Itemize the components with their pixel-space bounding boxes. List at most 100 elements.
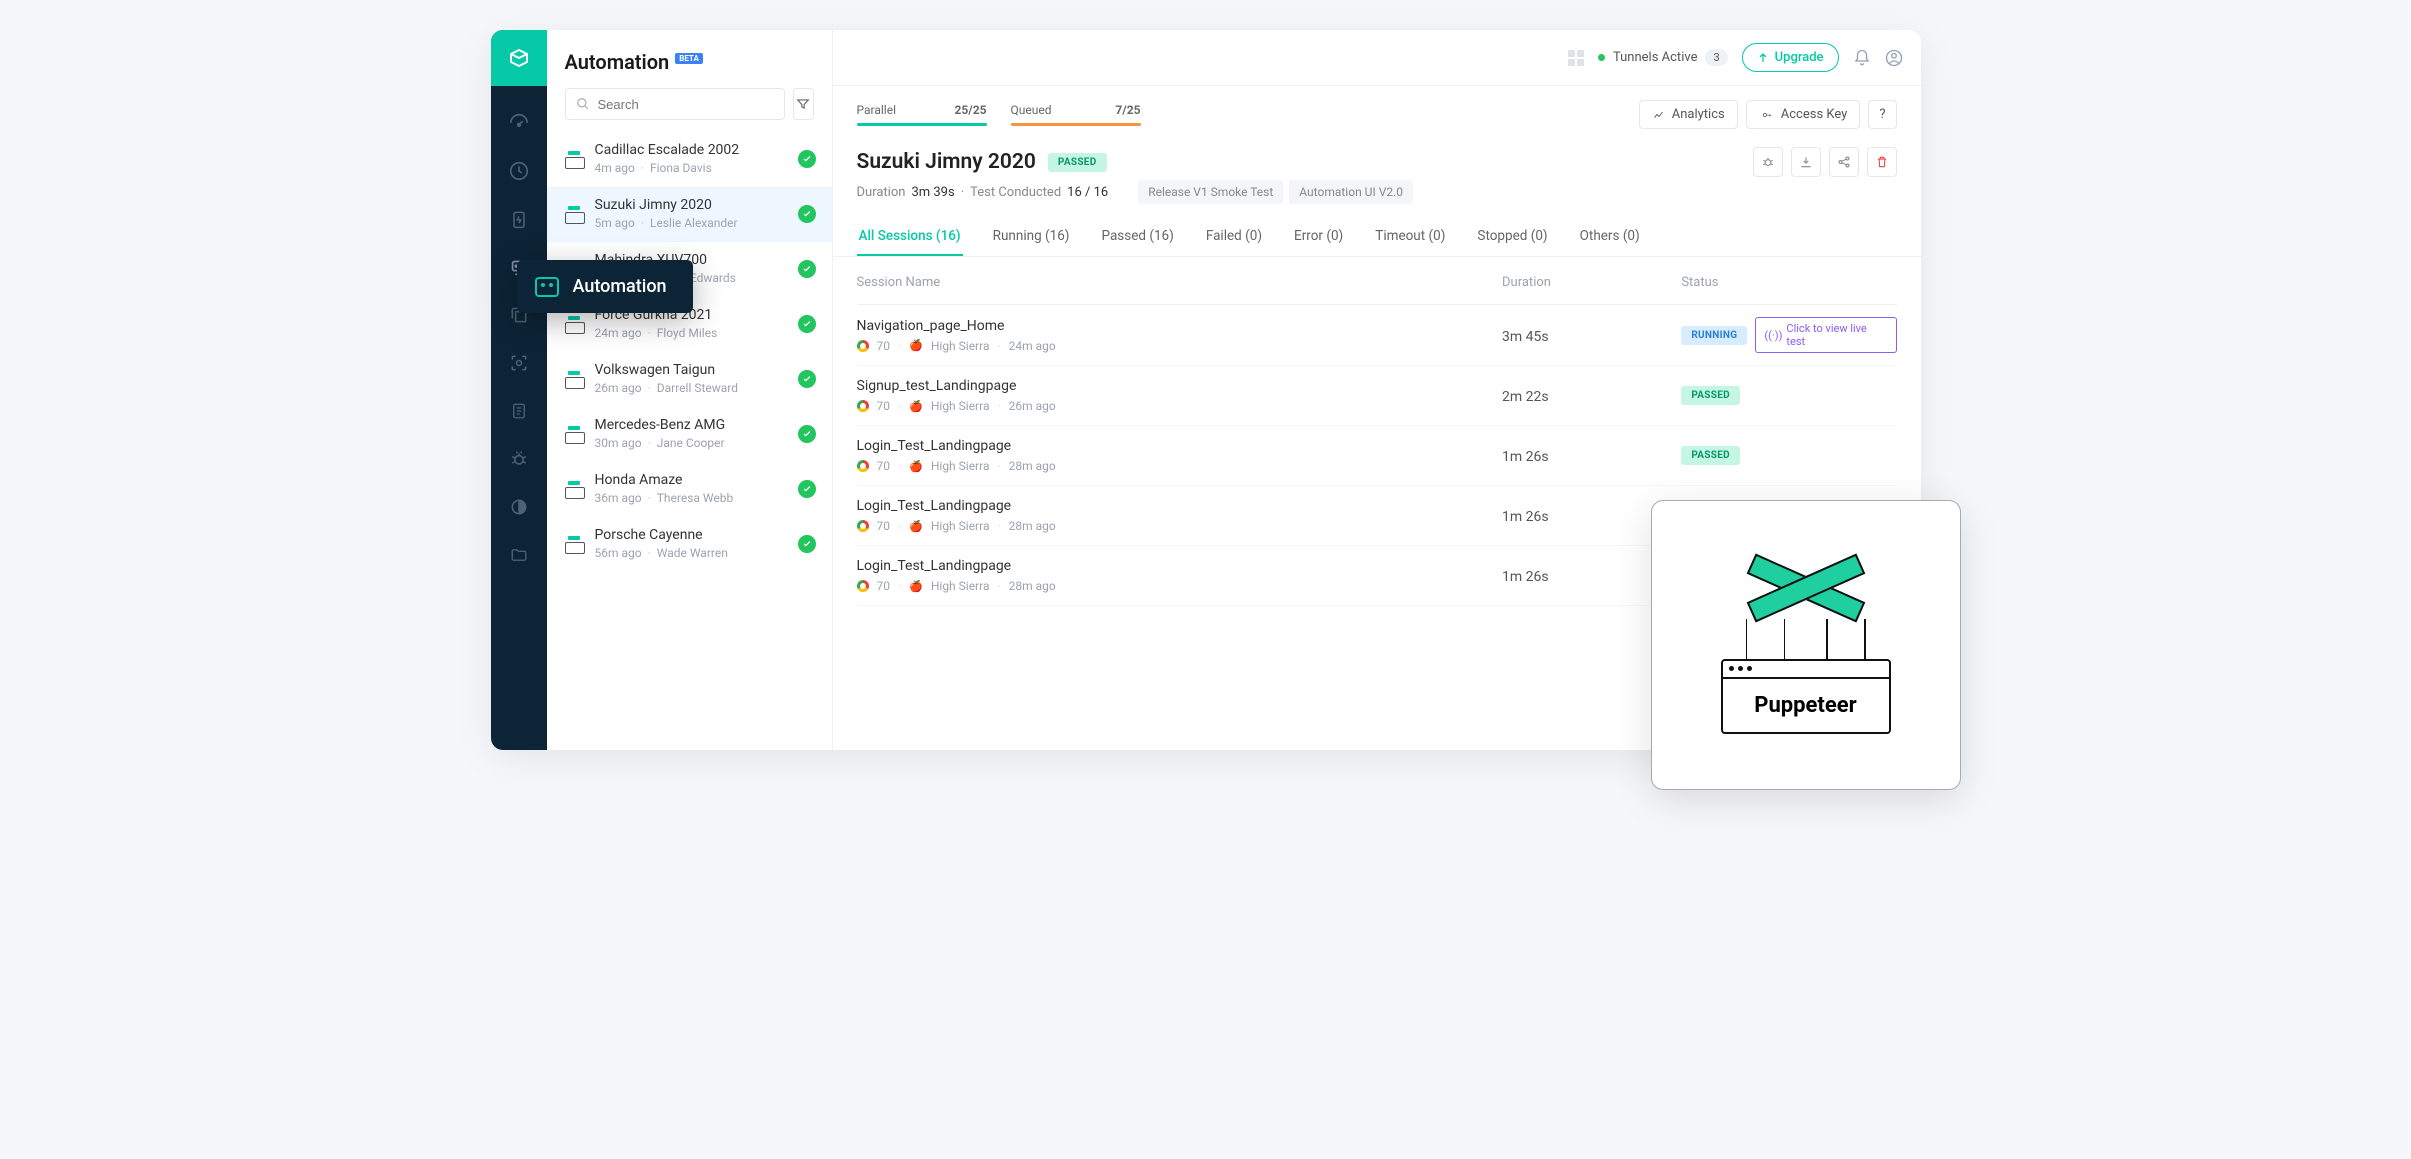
nav-flyout: Automation — [517, 260, 693, 313]
run-item[interactable]: Honda Amaze 36m ago·Theresa Webb — [547, 462, 832, 517]
bug-button[interactable] — [1753, 147, 1783, 177]
delete-button[interactable] — [1867, 147, 1897, 177]
apple-icon: 🍎 — [909, 580, 923, 593]
tag-chip[interactable]: Automation UI V2.0 — [1289, 180, 1413, 204]
search-icon — [576, 97, 590, 111]
upgrade-button[interactable]: Upgrade — [1742, 43, 1839, 72]
puppeteer-browser-icon: Puppeteer — [1721, 659, 1891, 734]
trash-icon — [1875, 155, 1889, 169]
run-name: Mercedes-Benz AMG — [595, 417, 786, 433]
run-item[interactable]: Cadillac Escalade 2002 4m ago·Fiona Davi… — [547, 132, 832, 187]
page-title: Automation — [565, 50, 670, 74]
build-icon — [565, 369, 583, 389]
run-list: Cadillac Escalade 2002 4m ago·Fiona Davi… — [547, 132, 832, 750]
doc-icon[interactable] — [508, 400, 530, 422]
check-icon — [798, 260, 816, 278]
check-icon — [798, 535, 816, 553]
conducted-value: 16 / 16 — [1067, 185, 1108, 200]
access-key-button[interactable]: Access Key — [1746, 100, 1861, 129]
tab[interactable]: Error (0) — [1292, 218, 1345, 256]
run-item[interactable]: Porsche Cayenne 56m ago·Wade Warren — [547, 517, 832, 572]
chrome-icon — [857, 520, 869, 532]
col-session-name: Session Name — [857, 275, 1503, 290]
live-test-button[interactable]: ((·))Click to view live test — [1755, 317, 1896, 353]
clock-icon[interactable] — [508, 160, 530, 182]
beta-badge: BETA — [675, 53, 703, 64]
robot-icon — [535, 277, 559, 297]
scan-icon[interactable] — [508, 352, 530, 374]
bug-icon — [1761, 155, 1775, 169]
tab[interactable]: Others (0) — [1578, 218, 1642, 256]
tunnels-count: 3 — [1705, 49, 1727, 66]
check-icon — [798, 480, 816, 498]
contrast-icon[interactable] — [508, 496, 530, 518]
run-name: Honda Amaze — [595, 472, 786, 488]
session-duration: 1m 26s — [1502, 569, 1549, 585]
apple-icon: 🍎 — [909, 339, 923, 352]
bell-icon[interactable] — [1853, 49, 1871, 67]
session-status: PASSED — [1681, 386, 1740, 405]
check-icon — [798, 205, 816, 223]
queued-stat: Queued7/25 — [1011, 103, 1141, 126]
check-icon — [798, 150, 816, 168]
build-icon — [565, 314, 583, 334]
grid-view-icon[interactable] — [1568, 50, 1584, 66]
logo-icon[interactable] — [491, 30, 547, 86]
tab[interactable]: Stopped (0) — [1475, 218, 1549, 256]
table-row[interactable]: Login_Test_Landingpage 70· 🍎 High Sierra… — [857, 426, 1897, 486]
tab[interactable]: All Sessions (16) — [857, 218, 963, 256]
chart-icon — [1652, 109, 1666, 121]
check-icon — [798, 425, 816, 443]
bug-icon[interactable] — [508, 448, 530, 470]
session-duration: 3m 45s — [1502, 329, 1549, 345]
tab[interactable]: Failed (0) — [1204, 218, 1264, 256]
run-name: Cadillac Escalade 2002 — [595, 142, 786, 158]
table-row[interactable]: Signup_test_Landingpage 70· 🍎 High Sierr… — [857, 366, 1897, 426]
sidebar: Automation BETA Cadillac Escalade 2002 4… — [547, 30, 833, 750]
check-icon — [798, 370, 816, 388]
puppeteer-card: Puppeteer — [1651, 500, 1961, 790]
tab[interactable]: Timeout (0) — [1373, 218, 1447, 256]
puppeteer-x-icon — [1751, 557, 1861, 619]
nav-rail — [491, 30, 547, 750]
search-input[interactable] — [565, 88, 785, 120]
download-button[interactable] — [1791, 147, 1821, 177]
detail-title: Suzuki Jimny 2020 — [857, 150, 1036, 174]
tunnels-status[interactable]: Tunnels Active 3 — [1598, 49, 1728, 66]
broadcast-icon: ((·)) — [1764, 329, 1782, 342]
filter-icon — [795, 97, 811, 111]
tag-chip[interactable]: Release V1 Smoke Test — [1138, 180, 1283, 204]
tab[interactable]: Passed (16) — [1100, 218, 1176, 256]
run-name: Porsche Cayenne — [595, 527, 786, 543]
chrome-icon — [857, 340, 869, 352]
table-row[interactable]: Navigation_page_Home 70· 🍎 High Sierra· … — [857, 305, 1897, 366]
run-item[interactable]: Suzuki Jimny 2020 5m ago·Leslie Alexande… — [547, 187, 832, 242]
build-icon — [565, 479, 583, 499]
chrome-icon — [857, 460, 869, 472]
run-name: Suzuki Jimny 2020 — [595, 197, 786, 213]
duration-value: 3m 39s — [911, 185, 954, 200]
puppeteer-label: Puppeteer — [1723, 679, 1889, 732]
help-button[interactable]: ? — [1868, 100, 1896, 129]
key-icon — [1759, 110, 1775, 120]
battery-icon[interactable] — [508, 208, 530, 230]
share-button[interactable] — [1829, 147, 1859, 177]
gauge-icon[interactable] — [508, 112, 530, 134]
tab[interactable]: Running (16) — [991, 218, 1072, 256]
run-item[interactable]: Volkswagen Taigun 26m ago·Darrell Stewar… — [547, 352, 832, 407]
session-name: Signup_test_Landingpage — [857, 378, 1503, 394]
apple-icon: 🍎 — [909, 460, 923, 473]
build-icon — [565, 534, 583, 554]
nav-flyout-label: Automation — [573, 276, 667, 297]
session-duration: 1m 26s — [1502, 449, 1549, 465]
session-name: Login_Test_Landingpage — [857, 498, 1503, 514]
build-icon — [565, 149, 583, 169]
user-icon[interactable] — [1885, 49, 1903, 67]
folder-icon[interactable] — [508, 544, 530, 566]
run-item[interactable]: Mercedes-Benz AMG 30m ago·Jane Cooper — [547, 407, 832, 462]
parallel-stat: Parallel25/25 — [857, 103, 987, 126]
analytics-button[interactable]: Analytics — [1639, 100, 1738, 129]
col-status: Status — [1681, 275, 1896, 290]
session-tabs: All Sessions (16) Running (16) Passed (16)… — [833, 210, 1921, 257]
filter-button[interactable] — [793, 88, 814, 120]
